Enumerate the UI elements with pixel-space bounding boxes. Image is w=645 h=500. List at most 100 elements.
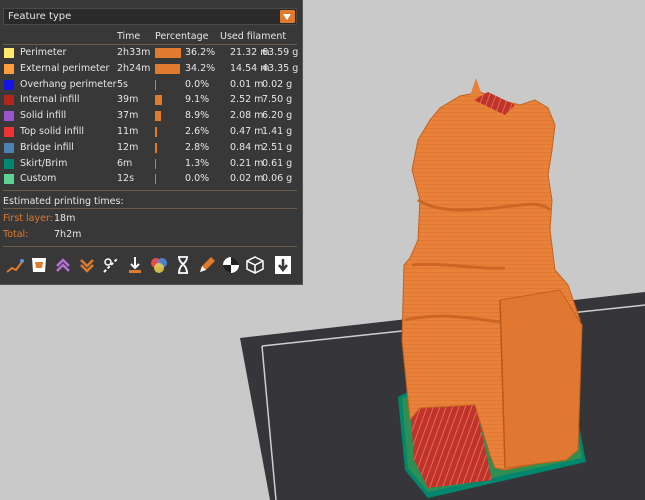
feature-percentage: 36.2%: [185, 47, 216, 58]
feature-grams: 0.02 g: [262, 78, 293, 90]
legend-row: Overhang perimeter 5s 0.0% 0.01 m 0.02 g: [0, 78, 302, 93]
feature-name: Overhang perimeter: [20, 78, 117, 90]
toolbar-divider: [3, 246, 297, 247]
percentage-bar: [155, 79, 157, 90]
seams-icon[interactable]: [100, 254, 122, 276]
model-side-plate: [499, 289, 583, 469]
percentage-bar: [155, 95, 162, 106]
feature-time: 12s: [117, 173, 135, 185]
tool-changes-icon[interactable]: [124, 254, 146, 276]
feature-grams: 2.51 g: [262, 141, 293, 153]
first-layer-value: 18m: [54, 213, 76, 224]
percentage-bar: [155, 63, 180, 74]
total-label: Total:: [3, 229, 29, 240]
travel-icon[interactable]: [4, 254, 26, 276]
feature-percentage: 1.3%: [185, 157, 210, 169]
color-swatch: [4, 95, 14, 106]
dropdown-value: Feature type: [8, 11, 72, 22]
legend-row: Custom 12s 0.0% 0.02 m 0.06 g: [0, 172, 302, 187]
feature-name: Internal infill: [20, 94, 80, 106]
feature-grams: 0.61 g: [262, 157, 293, 169]
percentage-bar: [155, 111, 162, 122]
feature-percentage: 2.8%: [185, 141, 210, 153]
shells-icon[interactable]: [244, 254, 266, 276]
feature-percentage: 8.9%: [185, 110, 210, 122]
center-of-gravity-icon[interactable]: [220, 254, 242, 276]
color-swatch: [4, 48, 14, 58]
feature-name: External perimeter: [20, 62, 110, 74]
retractions-icon[interactable]: [52, 254, 74, 276]
feature-time: 37m: [117, 110, 139, 122]
feature-grams: 43.35 g: [262, 62, 299, 74]
feature-meters: 0.47 m: [230, 126, 264, 137]
feature-percentage: 34.2%: [185, 62, 216, 74]
estimated-times-title: Estimated printing times:: [3, 196, 124, 207]
legend-row: Internal infill 39m 9.1% 2.52 m 7.50 g: [0, 93, 302, 108]
estimated-divider: [3, 208, 297, 209]
feature-name: Solid infill: [20, 110, 67, 122]
header-divider: [3, 44, 297, 45]
tool-marker-icon[interactable]: [272, 254, 294, 276]
feature-meters: 0.01 m: [230, 78, 264, 90]
view-type-dropdown[interactable]: Feature type: [3, 8, 297, 25]
legend-row: Top solid infill 11m 2.6% 0.47 m 1.41 g: [0, 125, 302, 140]
feature-grams: 7.50 g: [262, 94, 293, 106]
legend-row: Bridge infill 12m 2.8% 0.84 m 2.51 g: [0, 141, 302, 156]
feature-percentage: 2.6%: [185, 126, 210, 137]
legend-row: Skirt/Brim 6m 1.3% 0.21 m 0.61 g: [0, 157, 302, 172]
percentage-bar: [155, 142, 157, 153]
feature-time: 2h33m: [117, 47, 151, 58]
color-swatch: [4, 142, 14, 153]
feature-percentage: 0.0%: [185, 173, 210, 185]
legend-row: External perimeter 2h24m 34.2% 14.54 m 43.35…: [0, 62, 302, 77]
feature-percentage: 0.0%: [185, 78, 210, 90]
legend-row: Solid infill 37m 8.9% 2.08 m 6.20 g: [0, 109, 302, 124]
total-value: 7h2m: [54, 229, 82, 240]
legend-row: Perimeter 2h33m 36.2% 21.32 m 63.59 g: [0, 46, 302, 61]
color-swatch: [4, 127, 14, 137]
color-swatch: [4, 79, 14, 90]
feature-name: Top solid infill: [20, 126, 85, 137]
feature-meters: 2.08 m: [230, 110, 264, 122]
percentage-bar: [155, 174, 157, 185]
feature-grams: 63.59 g: [262, 47, 299, 58]
custom-gcodes-icon[interactable]: [196, 254, 218, 276]
feature-name: Perimeter: [20, 47, 67, 58]
wipe-icon[interactable]: [28, 254, 50, 276]
chevron-down-icon[interactable]: [280, 10, 295, 23]
color-swatch: [4, 63, 14, 74]
options-toolbar: [0, 252, 302, 282]
percentage-bar: [155, 158, 157, 169]
color-swatch: [4, 111, 14, 122]
header-percentage: Percentage: [155, 31, 209, 42]
feature-name: Bridge infill: [20, 141, 74, 153]
percentage-bar: [155, 127, 157, 137]
percentage-bar: [155, 48, 181, 58]
feature-meters: 0.02 m: [230, 173, 264, 185]
color-swatch: [4, 174, 14, 185]
estimated-divider-top: [3, 190, 297, 191]
feature-grams: 1.41 g: [262, 126, 293, 137]
feature-grams: 6.20 g: [262, 110, 293, 122]
feature-percentage: 9.1%: [185, 94, 210, 106]
first-layer-label: First layer:: [3, 213, 53, 224]
color-changes-icon[interactable]: [148, 254, 170, 276]
feature-time: 39m: [117, 94, 139, 106]
legend-panel: Feature type Time Percentage Used filame…: [0, 0, 303, 285]
deretractions-icon[interactable]: [76, 254, 98, 276]
feature-meters: 0.84 m: [230, 141, 264, 153]
feature-time: 2h24m: [117, 62, 151, 74]
feature-meters: 0.21 m: [230, 157, 264, 169]
header-used-filament: Used filament: [220, 31, 287, 42]
feature-time: 5s: [117, 78, 128, 90]
feature-grams: 0.06 g: [262, 173, 293, 185]
feature-meters: 2.52 m: [230, 94, 264, 106]
feature-time: 11m: [117, 126, 139, 137]
color-swatch: [4, 158, 14, 169]
feature-time: 6m: [117, 157, 133, 169]
feature-time: 12m: [117, 141, 139, 153]
feature-name: Custom: [20, 173, 57, 185]
pause-prints-icon[interactable]: [172, 254, 194, 276]
header-time: Time: [117, 31, 141, 42]
feature-name: Skirt/Brim: [20, 157, 68, 169]
